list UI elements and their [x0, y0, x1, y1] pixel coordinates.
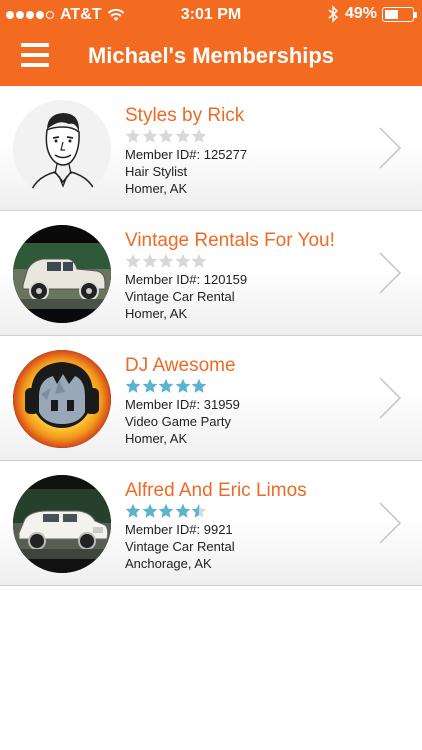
caricature-avatar — [13, 100, 111, 198]
star-icon — [158, 503, 174, 518]
membership-category: Video Game Party — [125, 414, 231, 429]
bluetooth-icon — [328, 5, 339, 23]
membership-category: Vintage Car Rental — [125, 289, 235, 304]
star-icon — [125, 253, 141, 268]
rating-stars — [125, 128, 208, 144]
app-header: AT&T 3:01 PM 49% Michael's Memberships — [0, 0, 422, 86]
star-icon — [191, 128, 207, 143]
membership-location: Anchorage, AK — [125, 556, 212, 571]
star-icon — [158, 378, 174, 393]
membership-row[interactable]: Vintage Rentals For You! Member ID#: 120… — [0, 211, 422, 336]
chevron-right-icon — [379, 502, 402, 544]
rating-stars — [125, 503, 208, 519]
star-icon — [175, 503, 190, 518]
star-icon — [175, 253, 190, 268]
star-icon — [125, 378, 141, 393]
status-bar: AT&T 3:01 PM 49% — [0, 0, 422, 32]
star-icon — [142, 378, 157, 393]
star-icon — [175, 128, 190, 143]
battery-icon — [382, 6, 417, 22]
nav-bar: Michael's Memberships — [0, 32, 422, 86]
rating-stars — [125, 378, 208, 394]
vintage-car-avatar — [13, 225, 111, 323]
memberships-list: Styles by Rick Member ID#: 125277 Hair S… — [0, 86, 422, 586]
membership-location: Homer, AK — [125, 431, 188, 446]
member-id: Member ID#: 120159 — [125, 272, 248, 287]
star-icon — [191, 378, 207, 393]
member-id: Member ID#: 125277 — [125, 147, 248, 162]
membership-name: DJ Awesome — [125, 355, 236, 376]
star-icon — [142, 503, 157, 518]
membership-category: Vintage Car Rental — [125, 539, 235, 554]
star-icon — [142, 253, 157, 268]
membership-name: Vintage Rentals For You! — [125, 230, 335, 251]
star-icon — [158, 253, 174, 268]
chevron-right-icon — [379, 377, 402, 419]
membership-row[interactable]: DJ Awesome Member ID#: 31959 Video Game … — [0, 336, 422, 461]
membership-row[interactable]: Alfred And Eric Limos Member ID#: 9921 V… — [0, 461, 422, 586]
dj-character-avatar — [13, 350, 111, 448]
membership-location: Homer, AK — [125, 306, 188, 321]
membership-name: Alfred And Eric Limos — [125, 480, 307, 501]
limo-avatar — [13, 475, 111, 573]
status-right: 49% — [327, 5, 417, 23]
member-id: Member ID#: 9921 — [125, 522, 233, 537]
member-id: Member ID#: 31959 — [125, 397, 240, 412]
membership-location: Homer, AK — [125, 181, 188, 196]
rating-stars — [125, 253, 208, 269]
star-icon — [175, 378, 190, 393]
membership-category: Hair Stylist — [125, 164, 188, 179]
star-icon — [191, 253, 207, 268]
membership-row[interactable]: Styles by Rick Member ID#: 125277 Hair S… — [0, 86, 422, 211]
battery-percent: 49% — [344, 5, 377, 22]
star-icon — [191, 503, 207, 518]
membership-name: Styles by Rick — [125, 105, 245, 126]
page-title: Michael's Memberships — [87, 43, 335, 68]
star-icon — [158, 128, 174, 143]
chevron-right-icon — [379, 252, 402, 294]
battery-fill — [385, 9, 398, 19]
star-icon — [125, 503, 141, 518]
star-icon — [125, 128, 141, 143]
chevron-right-icon — [379, 127, 402, 169]
star-icon — [142, 128, 157, 143]
